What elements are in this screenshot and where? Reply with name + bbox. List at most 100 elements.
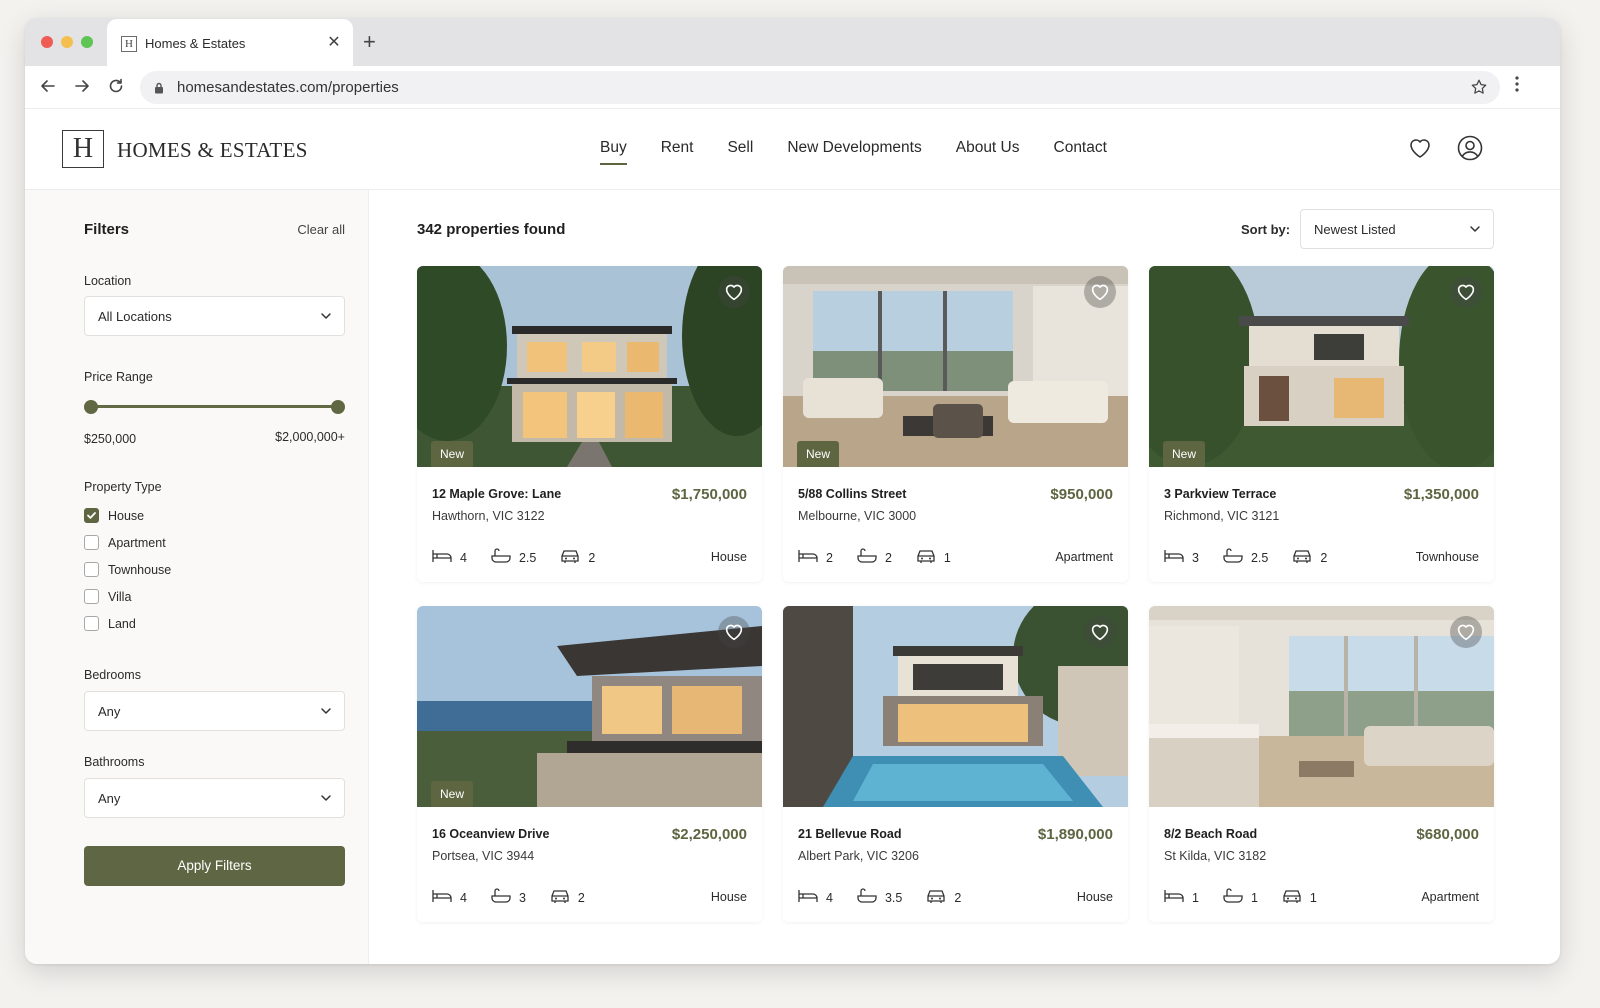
listing-card[interactable]: 8/2 Beach Road $680,000 St Kilda, VIC 31…	[1149, 606, 1494, 922]
type-option-land[interactable]: Land	[84, 616, 136, 631]
favorite-heart-icon[interactable]	[718, 276, 750, 308]
property-photo[interactable]	[1149, 606, 1494, 807]
type-option-villa[interactable]: Villa	[84, 589, 131, 604]
url-text: homesandestates.com/properties	[177, 79, 399, 96]
bookmark-star-icon[interactable]	[1470, 78, 1488, 101]
property-photo[interactable]	[417, 606, 762, 807]
checkbox[interactable]	[84, 535, 99, 550]
listing-features: 4 3 2	[432, 888, 609, 907]
checkbox[interactable]	[84, 589, 99, 604]
property-type-list: House Apartment Townhouse Villa Land	[84, 508, 345, 638]
bed-icon	[432, 889, 452, 906]
property-photo[interactable]	[783, 606, 1128, 807]
main-nav: Buy Rent Sell New Developments About Us …	[600, 139, 1107, 165]
address-row: homesandestates.com/properties	[25, 66, 1560, 109]
bathrooms-count: 2	[884, 550, 892, 565]
listing-address[interactable]: 12 Maple Grove: Lane	[432, 487, 561, 501]
new-badge: New	[797, 441, 840, 467]
browser-window: H Homes & Estates ✕ + homesandestates.co…	[25, 18, 1560, 964]
favorite-heart-icon[interactable]	[1084, 276, 1116, 308]
maximize-window-button[interactable]	[81, 36, 93, 48]
nav-buy[interactable]: Buy	[600, 139, 627, 165]
location-label: Location	[84, 274, 132, 288]
slider-max-handle[interactable]	[331, 400, 345, 414]
minimize-window-button[interactable]	[61, 36, 73, 48]
bedrooms-count: 4	[460, 890, 467, 905]
chevron-down-icon	[1469, 223, 1481, 238]
listing-type: House	[710, 890, 747, 904]
listing-address[interactable]: 21 Bellevue Road	[798, 827, 902, 841]
checkbox[interactable]	[84, 562, 99, 577]
bedrooms-select[interactable]: Any	[84, 691, 345, 731]
listing-card[interactable]: 21 Bellevue Road $1,890,000 Albert Park,…	[783, 606, 1128, 922]
listing-address[interactable]: 16 Oceanview Drive	[432, 827, 549, 841]
logo-text[interactable]: HOMES & ESTATES	[117, 138, 308, 163]
price-range-slider[interactable]	[84, 400, 345, 414]
clear-all-link[interactable]: Clear all	[297, 222, 345, 237]
property-photo[interactable]	[1149, 266, 1494, 467]
property-photo[interactable]	[417, 266, 762, 467]
property-photo[interactable]	[783, 266, 1128, 467]
bed-icon	[432, 549, 452, 566]
parking-count: 1	[943, 550, 951, 565]
browser-tab[interactable]: H Homes & Estates ✕	[107, 19, 353, 66]
forward-icon[interactable]	[71, 75, 93, 97]
nav-rent[interactable]: Rent	[661, 139, 694, 157]
car-icon	[560, 549, 580, 566]
type-option-house[interactable]: House	[84, 508, 144, 523]
type-option-apartment[interactable]: Apartment	[84, 535, 166, 550]
browser-menu-icon[interactable]	[1515, 76, 1519, 97]
nav-sell[interactable]: Sell	[727, 139, 753, 157]
close-tab-icon[interactable]: ✕	[325, 32, 343, 52]
bathrooms-select[interactable]: Any	[84, 778, 345, 818]
checkbox[interactable]	[84, 616, 99, 631]
new-tab-icon[interactable]: +	[363, 29, 376, 55]
bedrooms-value: Any	[98, 704, 121, 719]
close-window-button[interactable]	[41, 36, 53, 48]
nav-new-developments[interactable]: New Developments	[787, 139, 921, 157]
sort-select[interactable]: Newest Listed	[1300, 209, 1494, 249]
lock-icon	[154, 81, 164, 99]
slider-min-handle[interactable]	[84, 400, 98, 414]
listing-card[interactable]: New 16 Oceanview Drive $2,250,000 Portse…	[417, 606, 762, 922]
favorites-heart-icon[interactable]	[1408, 137, 1432, 164]
listing-price: $1,350,000	[1403, 486, 1479, 503]
listing-suburb: Portsea, VIC 3944	[432, 849, 535, 863]
nav-about-us[interactable]: About Us	[956, 139, 1020, 157]
listing-price: $950,000	[1050, 486, 1113, 503]
chevron-down-icon	[320, 705, 332, 720]
favorite-heart-icon[interactable]	[1450, 616, 1482, 648]
nav-contact[interactable]: Contact	[1054, 139, 1107, 157]
listing-type: House	[710, 550, 747, 564]
slider-track	[90, 405, 339, 408]
bathrooms-label: Bathrooms	[84, 755, 145, 769]
favorite-heart-icon[interactable]	[1084, 616, 1116, 648]
back-icon[interactable]	[37, 75, 59, 97]
url-bar[interactable]: homesandestates.com/properties	[140, 71, 1500, 104]
favicon-icon: H	[121, 36, 137, 52]
listing-card[interactable]: New 5/88 Collins Street $950,000 Melbour…	[783, 266, 1128, 582]
listing-address[interactable]: 8/2 Beach Road	[1164, 827, 1257, 841]
listing-type: Townhouse	[1415, 550, 1479, 564]
apply-filters-button[interactable]: Apply Filters	[84, 846, 345, 886]
car-icon	[916, 549, 936, 566]
favorite-heart-icon[interactable]	[718, 616, 750, 648]
reload-icon[interactable]	[105, 75, 127, 97]
logo-mark[interactable]: H	[62, 130, 104, 168]
bath-icon	[491, 888, 511, 907]
tab-title: Homes & Estates	[145, 36, 246, 51]
listing-address[interactable]: 3 Parkview Terrace	[1164, 487, 1276, 501]
listing-suburb: Albert Park, VIC 3206	[798, 849, 919, 863]
location-select[interactable]: All Locations	[84, 296, 345, 336]
favorite-heart-icon[interactable]	[1450, 276, 1482, 308]
new-badge: New	[1163, 441, 1206, 467]
listing-address[interactable]: 5/88 Collins Street	[798, 487, 906, 501]
listing-card[interactable]: New 3 Parkview Terrace $1,350,000 Richmo…	[1149, 266, 1494, 582]
listing-features: 1 1 1	[1164, 888, 1341, 907]
car-icon	[926, 889, 946, 906]
listing-features: 4 3.5 2	[798, 888, 985, 907]
listing-card[interactable]: New 12 Maple Grove: Lane $1,750,000 Hawt…	[417, 266, 762, 582]
account-icon[interactable]	[1457, 135, 1483, 166]
checkbox-checked[interactable]	[84, 508, 99, 523]
type-option-townhouse[interactable]: Townhouse	[84, 562, 171, 577]
